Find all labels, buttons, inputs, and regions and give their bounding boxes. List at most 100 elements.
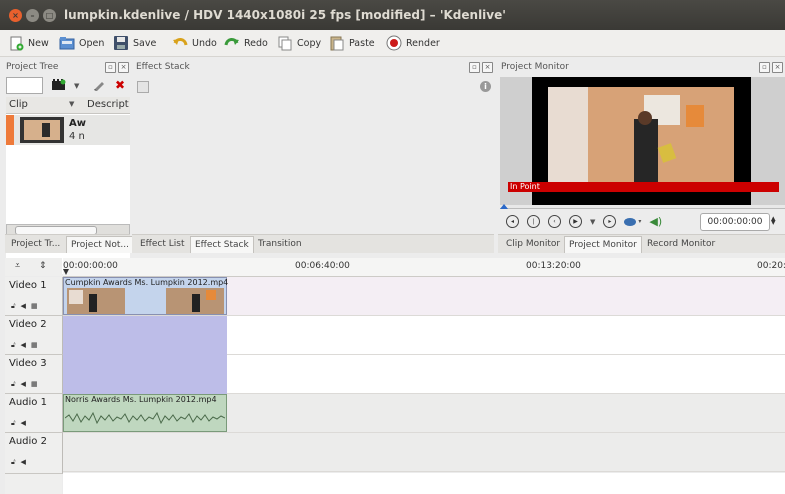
chevron-down-icon[interactable]: ▼ [590, 218, 595, 226]
chevron-down-icon[interactable]: ▾ [638, 218, 641, 225]
open-button[interactable]: Open [59, 33, 104, 53]
timeline-empty-area[interactable] [63, 473, 785, 494]
film-icon[interactable]: ▦ [31, 380, 38, 389]
lock-icon[interactable]: 🔓︎ [11, 458, 16, 467]
render-button[interactable]: Render [386, 33, 440, 53]
save-button[interactable]: Save [113, 33, 156, 53]
film-icon[interactable]: ▦ [31, 341, 38, 350]
render-record-icon [386, 35, 402, 51]
paste-clipboard-icon [329, 35, 345, 51]
tab-project-tree[interactable]: Project Tr... [7, 236, 64, 252]
timeline-audio-clip[interactable]: Norris Awards Ms. Lumpkin 2012.mp4 [63, 394, 227, 432]
undo-label: Undo [192, 37, 217, 49]
timeline-video-clip[interactable]: Cumpkin Awards Ms. Lumpkin 2012.mp4 [63, 277, 229, 315]
add-clip-icon[interactable] [52, 79, 66, 90]
track-header-audio-1[interactable]: Audio 1 🔓︎ ◀ [5, 394, 63, 433]
tab-transition[interactable]: Transition [254, 236, 306, 252]
audio-waveform [65, 411, 225, 425]
timeline-playhead[interactable] [63, 269, 69, 275]
monitor-tab-bar: Clip Monitor Project Monitor Record Moni… [498, 234, 785, 253]
mute-icon[interactable]: ◀ [21, 380, 26, 389]
step-back-icon[interactable]: ‹ [548, 215, 561, 228]
track-header-video-3[interactable]: Video 3 🔓︎ ◀ ▦ [5, 355, 63, 394]
clip-label: Cumpkin Awards Ms. Lumpkin 2012.mp4 [65, 278, 229, 287]
left-tab-bar: Project Tr... Project Not... [5, 234, 135, 253]
panel-close-button[interactable]: × [772, 62, 783, 73]
timecode-spinner[interactable]: ▴ ▾ [771, 215, 776, 228]
window-minimize-button[interactable]: – [26, 9, 39, 22]
mute-icon[interactable]: ◀ [21, 341, 26, 350]
eye-icon[interactable] [624, 217, 637, 226]
timecode-input[interactable]: 00:00:00:00 [700, 213, 770, 231]
ruler-time-label: 00:20: [757, 261, 785, 271]
lock-icon[interactable]: 🔓︎ [11, 380, 16, 389]
mute-icon[interactable]: ◀ [21, 458, 26, 467]
timeline-ruler[interactable]: 00:00:00:00 00:06:40:00 00:13:20:00 00:2… [63, 258, 785, 277]
open-label: Open [79, 37, 105, 49]
track-name: Video 1 [9, 280, 47, 291]
info-icon[interactable]: i [480, 81, 491, 92]
paste-button[interactable]: Paste [329, 33, 375, 53]
panel-float-button[interactable]: ▫ [759, 62, 770, 73]
track-header-video-1[interactable]: Video 1 🔓︎ ◀ ▦ [5, 277, 63, 316]
timeline-selection-zone[interactable] [63, 316, 227, 394]
window-maximize-button[interactable]: □ [43, 9, 56, 22]
edit-pencil-icon[interactable] [93, 79, 105, 91]
play-icon[interactable]: ▶ [569, 215, 582, 228]
tab-clip-monitor[interactable]: Clip Monitor [502, 236, 564, 252]
rewind-icon[interactable]: ◂ [506, 215, 519, 228]
new-button[interactable]: New [8, 33, 49, 53]
ruler-time-label: 00:06:40:00 [295, 261, 350, 271]
track-header-audio-2[interactable]: Audio 2 🔓︎ ◀ [5, 433, 63, 474]
search-input[interactable] [6, 77, 43, 94]
clip-label: Norris Awards Ms. Lumpkin 2012.mp4 [65, 395, 217, 404]
playhead-marker[interactable] [500, 204, 508, 209]
expand-tracks-icon[interactable]: ⇕ [39, 261, 47, 271]
open-folder-icon [59, 35, 75, 51]
mute-icon[interactable]: ◀ [21, 419, 26, 428]
panel-float-button[interactable]: ▫ [105, 62, 116, 73]
track-name: Video 3 [9, 358, 47, 369]
copy-icon [277, 35, 293, 51]
track-header-video-2[interactable]: Video 2 🔓︎ ◀ ▦ [5, 316, 63, 355]
panel-float-button[interactable]: ▫ [469, 62, 480, 73]
redo-button[interactable]: Redo [224, 33, 268, 53]
undo-button[interactable]: Undo [172, 33, 217, 53]
monitor-ruler[interactable] [500, 204, 785, 209]
tab-record-monitor[interactable]: Record Monitor [643, 236, 719, 252]
volume-icon[interactable]: ◀) [649, 215, 662, 228]
video-scene [548, 87, 734, 183]
tab-project-notes[interactable]: Project Not... [66, 236, 135, 253]
lock-icon[interactable]: 🔓︎ [11, 341, 16, 350]
forward-icon[interactable]: ▸ [603, 215, 617, 228]
collapse-tracks-icon[interactable]: ⩡ [15, 261, 20, 271]
chevron-down-icon[interactable]: ▼ [74, 82, 79, 90]
panel-close-button[interactable]: × [118, 62, 129, 73]
monitor-view[interactable]: In Point [500, 77, 785, 205]
panel-close-button[interactable]: × [482, 62, 493, 73]
title-bar: × – □ lumpkin.kdenlive / HDV 1440x1080i … [0, 0, 785, 30]
mute-icon[interactable]: ◀ [21, 302, 26, 311]
description-column-header[interactable]: Descript [87, 99, 129, 110]
project-monitor-title: Project Monitor [501, 62, 569, 72]
track-row-audio-2[interactable] [63, 433, 785, 472]
film-icon[interactable]: ▦ [31, 302, 38, 311]
tab-project-monitor[interactable]: Project Monitor [564, 236, 642, 253]
list-item[interactable]: Aw 4 n [6, 115, 130, 145]
copy-label: Copy [297, 37, 322, 49]
tab-effect-stack[interactable]: Effect Stack [190, 236, 254, 253]
effect-enable-checkbox[interactable] [137, 81, 149, 93]
lock-icon[interactable]: 🔓︎ [11, 302, 16, 311]
previous-frame-icon[interactable]: ❘ [527, 215, 540, 228]
new-document-icon [8, 35, 24, 51]
lock-icon[interactable]: 🔓︎ [11, 419, 16, 428]
tab-effect-list[interactable]: Effect List [136, 236, 189, 252]
clip-list-header: Clip ▼ Descript [6, 97, 130, 114]
clip-column-header[interactable]: Clip [9, 99, 28, 110]
delete-x-icon[interactable]: ✖ [115, 78, 125, 92]
window-close-button[interactable]: × [9, 9, 22, 22]
copy-button[interactable]: Copy [277, 33, 321, 53]
sort-chevron-icon: ▼ [69, 100, 75, 108]
redo-arrow-icon [224, 35, 240, 51]
effect-stack-panel: Effect Stack ▫ × i [132, 57, 494, 237]
